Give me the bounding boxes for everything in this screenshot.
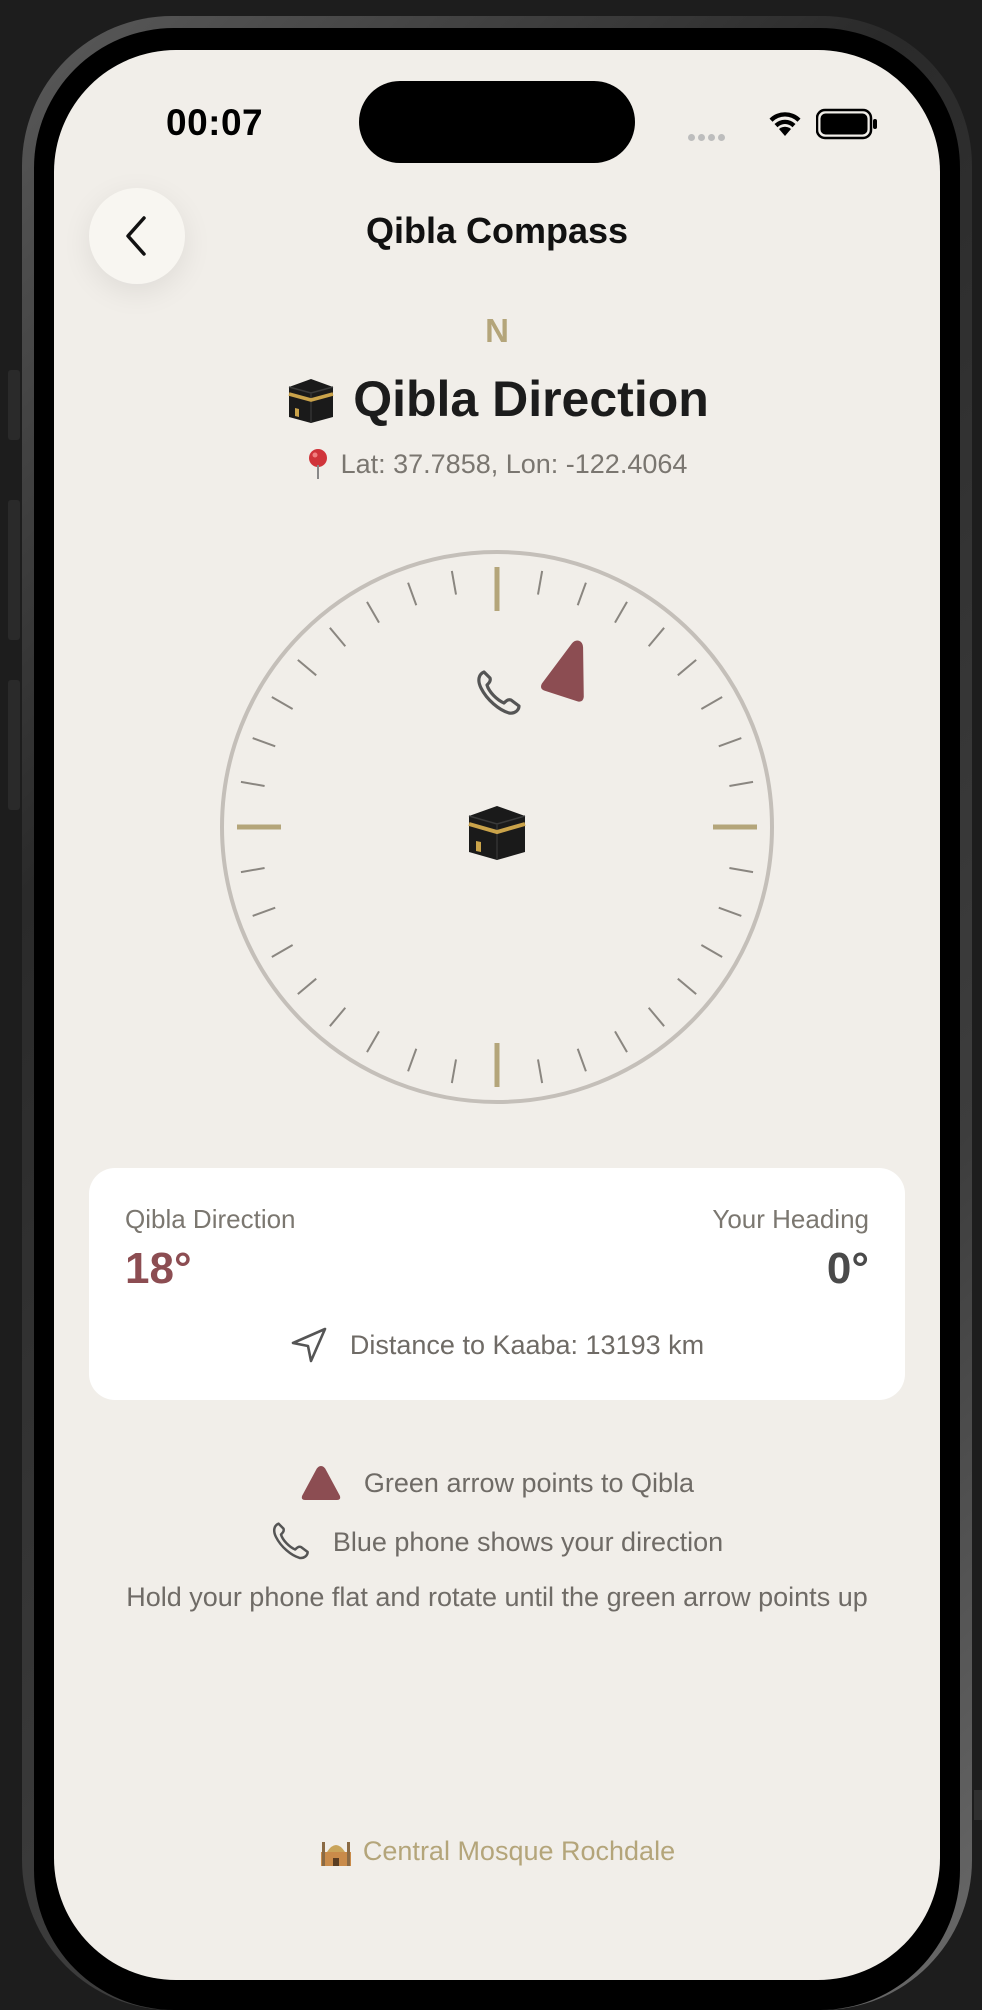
qibla-direction-label: Qibla Direction — [125, 1204, 296, 1234]
degree-tick — [252, 906, 276, 917]
degree-tick — [407, 582, 418, 606]
degree-tick — [677, 977, 697, 995]
your-heading-value: 0° — [826, 1244, 869, 1293]
degree-tick — [700, 944, 723, 958]
qibla-arrow-marker — [541, 640, 584, 702]
status-icons — [688, 106, 878, 146]
degree-tick — [700, 696, 723, 710]
phone-icon — [477, 670, 521, 715]
degree-tick — [576, 582, 587, 606]
degree-tick — [329, 1007, 347, 1027]
navigation-arrow-icon — [291, 1327, 327, 1363]
degree-tick — [729, 780, 754, 788]
compass-dial — [220, 550, 774, 1104]
degree-tick — [536, 570, 544, 595]
degree-tick — [297, 659, 317, 677]
status-time: 00:07 — [166, 102, 264, 143]
degree-tick — [450, 570, 458, 595]
degree-tick — [576, 1048, 587, 1072]
info-card: Qibla Direction Your Heading 18° 0° Dist… — [89, 1168, 905, 1400]
pin-icon — [308, 449, 327, 479]
distance-text: Distance to Kaaba: 13193 km — [349, 1329, 705, 1360]
degree-tick — [729, 866, 754, 874]
kaaba-icon — [288, 379, 334, 423]
triangle-icon — [301, 1466, 341, 1500]
legend-phone-text: Blue phone shows your direction — [332, 1526, 724, 1557]
degree-tick — [240, 866, 265, 874]
legend-phone: Blue phone shows your direction — [54, 1522, 940, 1562]
cellular-signal-icon — [688, 128, 728, 146]
degree-tick — [614, 1030, 628, 1053]
coords-text: Lat: 37.7858, Lon: -122.4064 — [340, 448, 688, 479]
footer: Central Mosque Rochdale — [54, 1834, 940, 1868]
app-screen: 00:07 Qibla Compass N Qibla Direction La… — [54, 50, 940, 1980]
degree-tick — [647, 1007, 665, 1027]
nav-title: Qibla Compass — [365, 210, 629, 251]
legend-arrow: Green arrow points to Qibla — [54, 1464, 940, 1502]
degree-tick — [536, 1059, 544, 1084]
degree-tick — [271, 944, 294, 958]
degree-tick — [407, 1048, 418, 1072]
footer-text: Central Mosque Rochdale — [362, 1835, 676, 1866]
coords-row: Lat: 37.7858, Lon: -122.4064 — [54, 448, 940, 480]
degree-tick — [366, 1030, 380, 1053]
your-heading-label: Your Heading — [712, 1204, 869, 1234]
kaaba-center-icon — [468, 806, 526, 860]
phone-icon — [272, 1522, 309, 1560]
battery-icon — [816, 108, 877, 140]
degree-tick — [647, 627, 665, 647]
degree-tick — [718, 737, 742, 748]
degree-tick — [297, 977, 317, 995]
degree-tick — [271, 696, 294, 710]
qibla-title: Qibla Direction — [353, 371, 709, 427]
dynamic-island — [359, 81, 635, 163]
degree-tick — [450, 1059, 458, 1084]
mosque-icon — [320, 1842, 351, 1866]
qibla-heading: Qibla Direction — [54, 370, 940, 428]
instruction-text: Hold your phone flat and rotate until th… — [126, 1582, 868, 1612]
degree-tick — [329, 627, 347, 647]
wifi-icon — [769, 112, 801, 136]
degree-tick — [252, 737, 276, 748]
qibla-direction-value: 18° — [125, 1244, 192, 1293]
degree-tick — [677, 659, 697, 677]
distance-row: Distance to Kaaba: 13193 km — [89, 1326, 905, 1364]
degree-tick — [718, 906, 742, 917]
phone-marker — [477, 670, 521, 715]
degree-tick — [240, 780, 265, 788]
degree-tick — [366, 601, 380, 624]
north-label: N — [485, 312, 509, 349]
degree-tick — [614, 601, 628, 624]
legend-arrow-text: Green arrow points to Qibla — [363, 1467, 695, 1498]
